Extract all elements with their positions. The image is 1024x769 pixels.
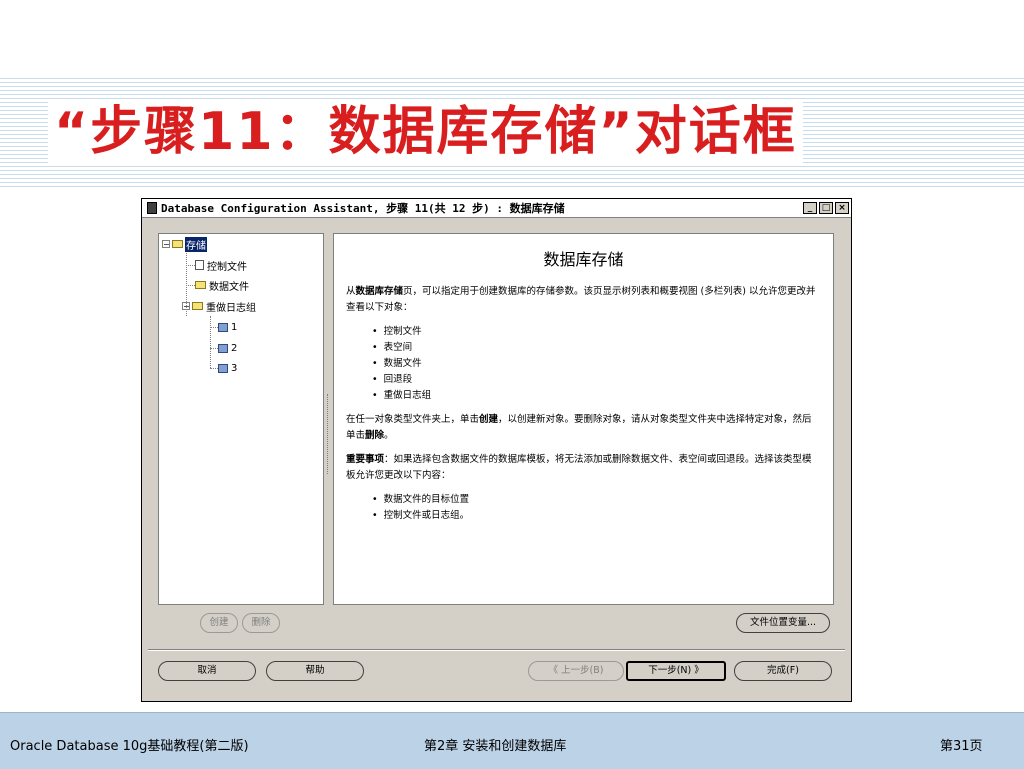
tree-connector: [210, 348, 218, 349]
redo-log-icon: [218, 322, 228, 332]
finish-button[interactable]: 完成(F): [734, 661, 832, 681]
back-button[interactable]: 《 上一步(B): [528, 661, 624, 681]
changes-list: 数据文件的目标位置 控制文件或日志组。: [346, 492, 821, 524]
content-heading: 数据库存储: [543, 250, 624, 269]
tree-node-control-file[interactable]: 控制文件: [195, 258, 248, 273]
slide-footer: Oracle Database 10g基础教程(第二版) 第2章 安装和创建数据…: [0, 712, 1024, 769]
list-item: 数据文件的目标位置: [384, 492, 821, 508]
create-button[interactable]: 创建: [200, 613, 238, 633]
collapse-icon[interactable]: −: [162, 240, 170, 249]
help-content-panel: 数据库存储 从数据库存储页，可以指定用于创建数据库的存储参数。该页显示树列表和概…: [333, 233, 834, 605]
tree-connector: [210, 327, 218, 328]
minimize-button[interactable]: _: [803, 202, 817, 214]
button-separator: [148, 649, 845, 651]
tree-node-data-file[interactable]: 数据文件: [195, 278, 250, 293]
footer-page-number: 第31页: [940, 739, 983, 754]
window-title: Database Configuration Assistant, 步骤 11(…: [161, 202, 565, 215]
delete-button[interactable]: 删除: [242, 613, 280, 633]
file-location-variables-button[interactable]: 文件位置变量...: [736, 613, 830, 633]
footer-chapter: 第2章 安装和创建数据库: [424, 739, 567, 754]
create-delete-paragraph: 在任一对象类型文件夹上，单击创建，以创建新对象。要删除对象，请从对象类型文件夹中…: [346, 414, 812, 441]
next-button[interactable]: 下一步(N) 》: [626, 661, 726, 681]
tree-connector: [186, 265, 195, 266]
app-icon: [147, 202, 157, 214]
object-list: 控制文件 表空间 数据文件 回退段 重做日志组: [346, 324, 821, 404]
close-button[interactable]: ×: [835, 202, 849, 214]
help-button[interactable]: 帮助: [266, 661, 364, 681]
note-paragraph: 重要事项：如果选择包含数据文件的数据库模板，将无法添加或删除数据文件、表空间或回…: [346, 454, 812, 481]
cancel-button[interactable]: 取消: [158, 661, 256, 681]
chevron-left-icon: 《: [548, 665, 562, 676]
folder-icon: [195, 281, 206, 289]
footer-book-title: Oracle Database 10g基础教程(第二版): [10, 739, 249, 754]
intro-paragraph: 从数据库存储页，可以指定用于创建数据库的存储参数。该页显示树列表和概要视图 (多…: [346, 286, 816, 313]
list-item: 控制文件: [384, 324, 821, 340]
folder-icon: [192, 302, 203, 310]
redo-log-icon: [218, 363, 228, 373]
maximize-button[interactable]: □: [819, 202, 833, 214]
dbca-window: Database Configuration Assistant, 步骤 11(…: [141, 198, 852, 702]
tree-connector: [210, 368, 218, 369]
list-item: 控制文件或日志组。: [384, 508, 821, 524]
control-file-icon: [195, 260, 204, 270]
panel-splitter[interactable]: [327, 394, 330, 474]
list-item: 重做日志组: [384, 388, 821, 404]
tree-node-redo-1[interactable]: 1: [218, 320, 238, 334]
tree-node-redo-3[interactable]: 3: [218, 361, 238, 375]
list-item: 回退段: [384, 372, 821, 388]
folder-icon: [172, 240, 183, 248]
list-item: 表空间: [384, 340, 821, 356]
tree-connector: [210, 316, 211, 368]
tree-node-redo-2[interactable]: 2: [218, 341, 238, 355]
slide-title: “步骤11：数据库存储”对话框: [48, 100, 803, 164]
tree-node-storage[interactable]: − 存储: [162, 236, 207, 252]
window-titlebar[interactable]: Database Configuration Assistant, 步骤 11(…: [142, 199, 851, 218]
redo-log-icon: [218, 343, 228, 353]
collapse-icon[interactable]: −: [182, 302, 190, 311]
list-item: 数据文件: [384, 356, 821, 372]
storage-tree[interactable]: − 存储 控制文件 数据文件 − 重做日志组 1 2 3: [158, 233, 324, 605]
tree-node-redo-group[interactable]: − 重做日志组: [182, 299, 257, 314]
tree-connector: [186, 285, 195, 286]
chevron-right-icon: 》: [691, 665, 704, 676]
